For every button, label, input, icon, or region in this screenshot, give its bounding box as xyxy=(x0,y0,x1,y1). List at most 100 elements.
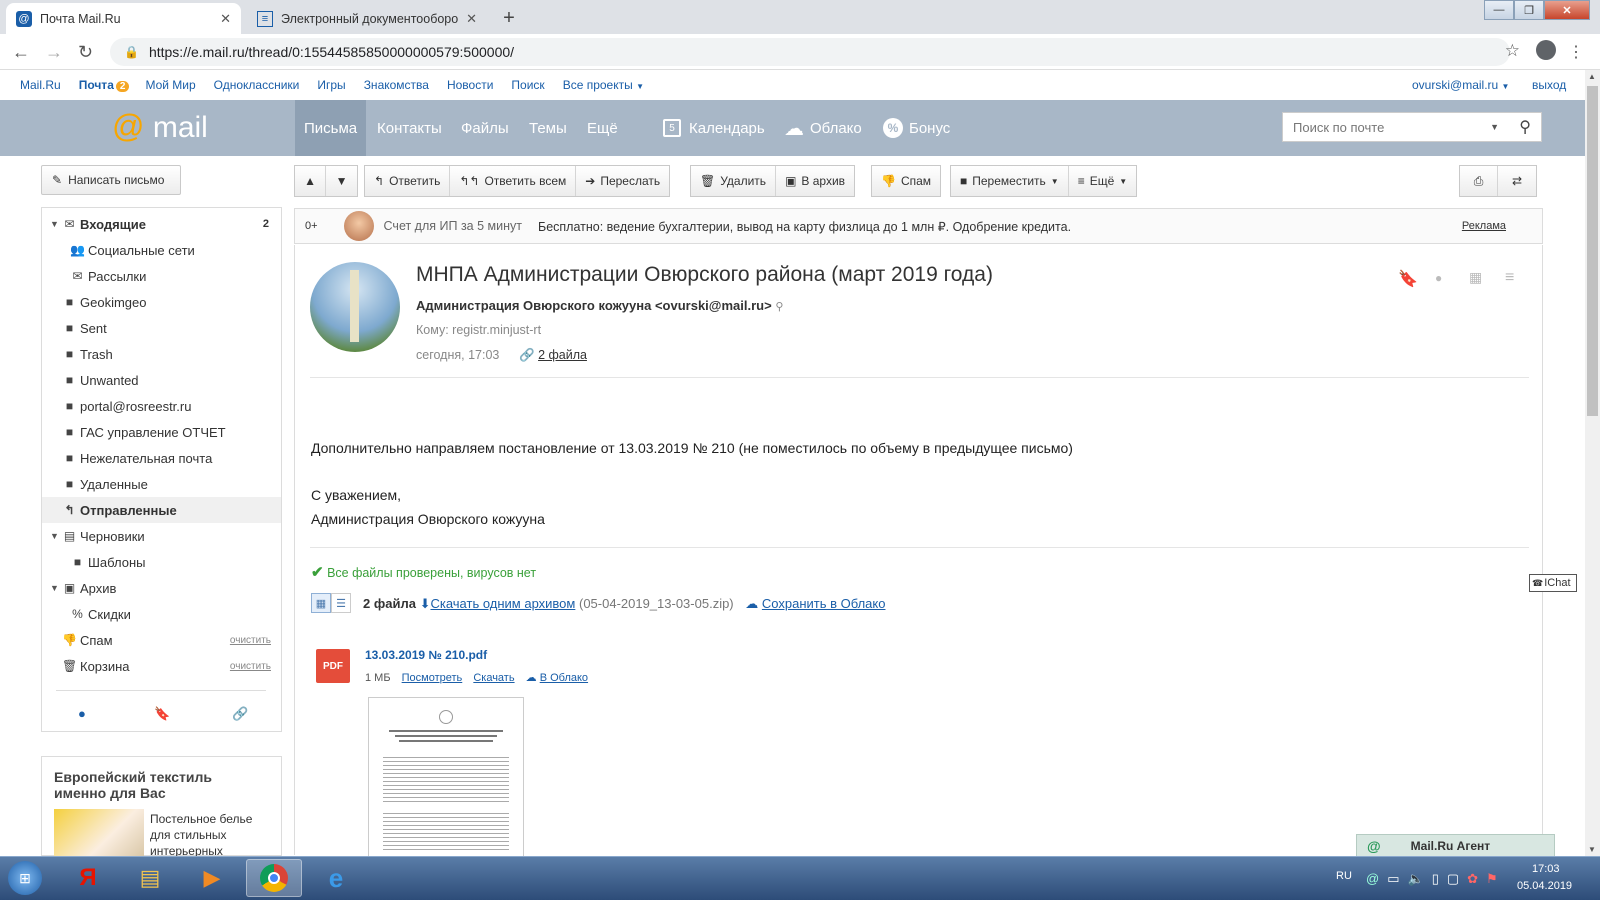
download-attachment-link[interactable]: Скачать xyxy=(473,672,514,684)
logout-link[interactable]: выход xyxy=(1532,78,1566,92)
clock-date[interactable]: 05.04.2019 xyxy=(1517,880,1572,892)
folder-item[interactable]: ■ portal@rosreestr.ru xyxy=(42,393,281,419)
portal-link-ok[interactable]: Одноклассники xyxy=(214,78,300,92)
portal-link-myworld[interactable]: Мой Мир xyxy=(145,78,195,92)
folder-item[interactable]: ↰ Отправленные xyxy=(42,497,281,523)
scroll-down-icon[interactable]: ▼ xyxy=(1588,845,1596,854)
portal-link-mail[interactable]: Почта 2 xyxy=(79,78,130,92)
reply-all-button[interactable]: ↰↰ Ответить всем xyxy=(450,166,577,196)
unread-dot-icon[interactable]: ● xyxy=(1435,271,1442,285)
grid-view-icon[interactable]: ▦ xyxy=(311,593,331,613)
start-button[interactable]: ⊞ xyxy=(0,859,50,897)
nav-calendar[interactable]: 5 Календарь xyxy=(654,100,774,156)
portal-link-games[interactable]: Игры xyxy=(317,78,345,92)
volume-tray-icon[interactable]: 🔈 xyxy=(1408,871,1424,887)
folder-item[interactable]: ▼ ▤ Черновики xyxy=(42,523,281,549)
portal-link-mailru[interactable]: Mail.Ru xyxy=(20,78,61,92)
download-archive-link[interactable]: Скачать одним архивом xyxy=(430,596,575,611)
save-to-cloud-link[interactable]: Сохранить в Облако xyxy=(762,596,886,611)
folder-item[interactable]: % Скидки xyxy=(42,601,281,627)
chevron-down-icon[interactable]: ▼ xyxy=(1490,122,1499,132)
compact-view-icon[interactable]: ⇄ xyxy=(1498,166,1536,196)
bookmark-star-icon[interactable]: ☆ xyxy=(1505,41,1520,61)
mailru-agent-bar[interactable]: @ Mail.Ru Агент xyxy=(1356,834,1555,858)
folder-item[interactable]: 👎 Спам очистить xyxy=(42,627,281,653)
restore-icon[interactable]: ❐ xyxy=(1514,0,1544,20)
attachment-thumbnail[interactable] xyxy=(368,697,524,857)
nav-contacts[interactable]: Контакты xyxy=(368,100,451,156)
expand-arrow-icon[interactable]: ▼ xyxy=(50,583,59,593)
browser-menu-icon[interactable]: ⋮ xyxy=(1568,42,1584,62)
mail-search-input[interactable]: Поиск по почте ▼ ⚲ xyxy=(1282,112,1542,142)
minimize-icon[interactable]: — xyxy=(1484,0,1514,20)
attachment-name[interactable]: 13.03.2019 № 210.pdf xyxy=(365,648,487,662)
reply-button[interactable]: ↰ Ответить xyxy=(365,166,451,196)
nav-bonus[interactable]: % Бонус xyxy=(874,100,959,156)
folder-item[interactable]: ▼ ▣ Архив xyxy=(42,575,281,601)
forward-button[interactable]: ➔ Переслать xyxy=(576,166,669,196)
prev-message-icon[interactable]: ▲ xyxy=(295,166,327,196)
folder-item[interactable]: 🗑 Корзина очистить xyxy=(42,653,281,679)
page-scrollbar[interactable]: ▲ ▼ xyxy=(1585,70,1600,856)
unread-filter-icon[interactable]: ● xyxy=(78,706,86,721)
new-tab-button[interactable]: + xyxy=(496,6,522,30)
delete-button[interactable]: 🗑 Удалить xyxy=(691,166,777,196)
search-icon[interactable]: ⚲ xyxy=(1519,117,1531,137)
folder-item[interactable]: ■ Шаблоны xyxy=(42,549,281,575)
expand-arrow-icon[interactable]: ▼ xyxy=(50,531,59,541)
portal-link-all-projects[interactable]: Все проекты ▼ xyxy=(563,78,644,92)
clear-folder-link[interactable]: очистить xyxy=(230,635,271,646)
next-message-icon[interactable]: ▼ xyxy=(326,166,357,196)
folder-item[interactable]: ■ ГАС управление ОТЧЕТ xyxy=(42,419,281,445)
flag-icon[interactable]: 🔖 xyxy=(1398,269,1418,289)
search-icon[interactable]: ⚲ xyxy=(775,301,783,313)
close-window-icon[interactable]: ✕ xyxy=(1544,0,1590,20)
chrome-icon[interactable] xyxy=(246,859,302,897)
tab-mail[interactable]: @ Почта Mail.Ru ✕ xyxy=(6,3,241,34)
network-tray-icon[interactable]: ▭ xyxy=(1387,871,1399,887)
clear-folder-link[interactable]: очистить xyxy=(230,661,271,672)
nav-files[interactable]: Файлы xyxy=(452,100,518,156)
portal-link-dating[interactable]: Знакомства xyxy=(364,78,429,92)
attachments-filter-icon[interactable]: 🔗 xyxy=(232,706,248,722)
expand-arrow-icon[interactable]: ▼ xyxy=(50,219,59,229)
app-tray-icon[interactable]: ✿ xyxy=(1467,871,1478,887)
folder-item[interactable]: ■ Нежелательная почта xyxy=(42,445,281,471)
folder-item[interactable]: ▼ ✉ Входящие 2 xyxy=(42,211,281,237)
calendar-icon[interactable]: ▦ xyxy=(1469,269,1482,286)
account-icon[interactable] xyxy=(1536,40,1556,60)
attachment-to-cloud-link[interactable]: В Облако xyxy=(540,672,588,684)
flagged-filter-icon[interactable]: 🔖 xyxy=(154,706,170,722)
nav-more[interactable]: Ещё xyxy=(578,100,627,156)
archive-button[interactable]: ▣ В архив xyxy=(776,166,854,196)
clock-time[interactable]: 17:03 xyxy=(1532,863,1560,875)
file-explorer-icon[interactable]: ▤ xyxy=(122,859,178,897)
mail-logo[interactable]: @ mail xyxy=(112,108,208,145)
reload-icon[interactable]: ↻ xyxy=(78,42,93,63)
mailru-tray-icon[interactable]: @ xyxy=(1366,871,1379,887)
monitor-tray-icon[interactable]: ▯ xyxy=(1432,871,1439,887)
view-attachment-link[interactable]: Посмотреть xyxy=(402,672,463,684)
print-icon[interactable]: ⎙ xyxy=(1460,166,1498,196)
scroll-up-icon[interactable]: ▲ xyxy=(1588,72,1596,81)
folder-item[interactable]: ■ Geokimgeo xyxy=(42,289,281,315)
folder-item[interactable]: ■ Sent xyxy=(42,315,281,341)
flag-tray-icon[interactable]: ⚑ xyxy=(1486,871,1498,887)
folder-item[interactable]: ✉ Рассылки xyxy=(42,263,281,289)
internet-explorer-icon[interactable]: e xyxy=(308,859,364,897)
folder-item[interactable]: ■ Unwanted xyxy=(42,367,281,393)
move-button[interactable]: ■ Переместить ▼ xyxy=(951,166,1069,196)
ad-label[interactable]: Реклама xyxy=(1462,220,1506,232)
folder-item[interactable]: ■ Trash xyxy=(42,341,281,367)
nav-topics[interactable]: Темы xyxy=(520,100,576,156)
forward-icon[interactable]: → xyxy=(45,42,63,63)
left-advertisement[interactable]: Европейский текстиль именно для Вас Пост… xyxy=(41,756,282,858)
back-icon[interactable]: ← xyxy=(12,42,30,63)
yandex-browser-icon[interactable]: Я xyxy=(60,859,116,897)
url-field[interactable]: 🔒 https://e.mail.ru/thread/0:15544585850… xyxy=(110,38,1510,66)
user-email-menu[interactable]: ovurski@mail.ru ▼ xyxy=(1412,78,1509,92)
display-tray-icon[interactable]: ▢ xyxy=(1447,871,1459,887)
close-tab-icon[interactable]: ✕ xyxy=(466,11,477,27)
portal-link-news[interactable]: Новости xyxy=(447,78,493,92)
close-tab-icon[interactable]: ✕ xyxy=(220,11,231,27)
